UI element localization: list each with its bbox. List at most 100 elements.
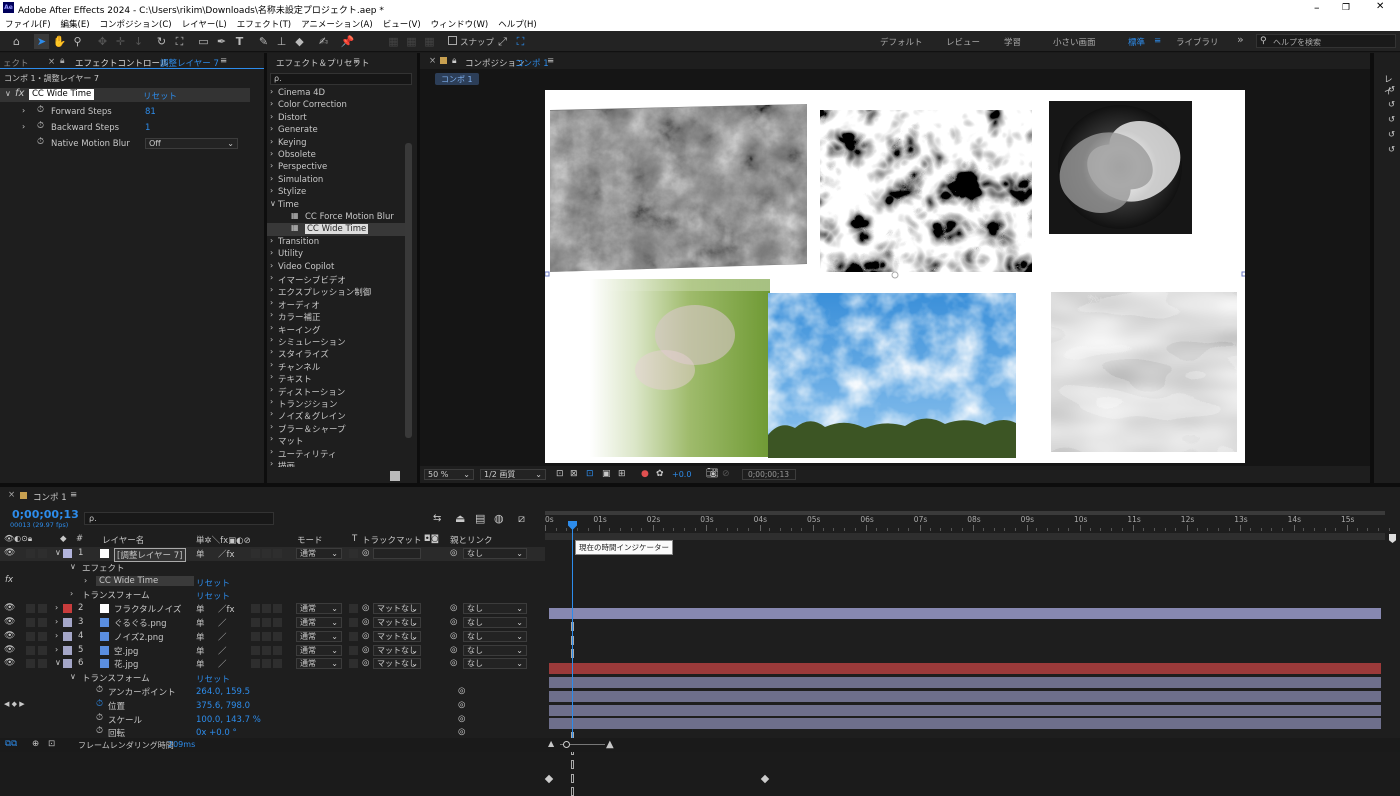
chevron-right-icon[interactable]: ›: [270, 186, 273, 195]
zoom-dropdown[interactable]: 50 % ⌄: [424, 469, 474, 480]
rotate-icon-5[interactable]: ↺: [1388, 145, 1395, 155]
effect-category[interactable]: › Simulation: [267, 174, 405, 186]
rotate-icon-4[interactable]: ↺: [1388, 130, 1395, 140]
keyframe-diamond[interactable]: [544, 774, 554, 783]
prop-value[interactable]: 81: [145, 107, 156, 117]
chevron-right-icon[interactable]: ›: [270, 174, 273, 183]
chevron-right-icon[interactable]: ›: [270, 360, 273, 369]
toggle-in-out-icon[interactable]: ⊡: [48, 739, 55, 749]
pan-tool-icon[interactable]: ✛: [113, 34, 128, 49]
rotate-icon-1[interactable]: ↺: [1388, 85, 1395, 95]
chevron-right-icon[interactable]: ›: [270, 459, 273, 467]
effect-category[interactable]: › Cinema 4D: [267, 87, 405, 99]
menu-animation[interactable]: アニメーション(A): [296, 16, 378, 31]
effect-category[interactable]: › イマーシブビデオ: [267, 273, 405, 286]
layer-duration-bar[interactable]: [549, 677, 1381, 688]
workspace-libraries[interactable]: ライブラリ: [1176, 36, 1219, 48]
lock-icon[interactable]: 🔒︎: [452, 56, 457, 66]
resolution-dropdown[interactable]: 1/2 画質 ⌄: [480, 469, 546, 480]
layer-duration-bar[interactable]: [549, 663, 1381, 675]
pan-behind-tool-icon[interactable]: ⛶: [172, 34, 187, 49]
workspace-learn[interactable]: 学習: [1004, 36, 1021, 48]
motion-blur-dropdown[interactable]: Off ⌄: [145, 138, 238, 149]
effect-item[interactable]: ▦ CC Wide Time: [267, 223, 405, 236]
chevron-right-icon[interactable]: ›: [270, 273, 273, 282]
zoom-tool-icon[interactable]: ⚲: [70, 34, 85, 49]
effect-category[interactable]: › ユーティリティ: [267, 447, 405, 460]
help-search-input[interactable]: ⚲ ヘルプを検索: [1256, 34, 1396, 48]
chevron-down-icon[interactable]: ∨: [270, 199, 276, 208]
effect-category[interactable]: › Obsolete: [267, 149, 405, 161]
effect-category[interactable]: › オーディオ: [267, 298, 405, 311]
layer-duration-bar[interactable]: [549, 690, 1381, 702]
workspace-standard[interactable]: 標準: [1128, 36, 1145, 48]
panel-menu-icon[interactable]: ≡: [547, 56, 554, 66]
effects-scrollbar[interactable]: [405, 143, 412, 438]
effect-category[interactable]: › ブラー＆シャープ: [267, 422, 405, 435]
effect-category[interactable]: › ノイズ＆グレイン: [267, 409, 405, 422]
effect-category[interactable]: › Utility: [267, 248, 405, 260]
expand-arrow-icon[interactable]: ›: [22, 122, 25, 131]
home-icon[interactable]: ⌂: [9, 34, 24, 49]
effect-category[interactable]: ∨ Time: [267, 199, 405, 211]
panel-menu-icon[interactable]: ≡: [353, 56, 360, 66]
layer-duration-bar[interactable]: [549, 704, 1381, 716]
effect-category[interactable]: › スタイライズ: [267, 347, 405, 360]
new-folder-icon[interactable]: [390, 471, 400, 481]
menu-window[interactable]: ウィンドウ(W): [426, 16, 494, 31]
local-axis-icon[interactable]: ▦: [386, 34, 401, 49]
chevron-right-icon[interactable]: ›: [270, 347, 273, 356]
rectangle-tool-icon[interactable]: ▭: [196, 34, 211, 49]
time-zoom-handle[interactable]: [563, 741, 570, 748]
selection-tool-icon[interactable]: ➤: [34, 34, 49, 49]
effect-category[interactable]: › エクスプレッション制御: [267, 285, 405, 298]
chevron-right-icon[interactable]: ›: [270, 422, 273, 431]
dolly-tool-icon[interactable]: ↓: [131, 34, 146, 49]
menu-composition[interactable]: コンポジション(C): [95, 16, 177, 31]
layer-duration-bar[interactable]: [549, 718, 1381, 730]
effect-category[interactable]: › ディストーション: [267, 385, 405, 398]
menu-view[interactable]: ビュー(V): [378, 16, 426, 31]
menu-edit[interactable]: 編集(E): [56, 16, 95, 31]
chevron-right-icon[interactable]: ›: [270, 298, 273, 307]
snap-features-icon[interactable]: ⛶: [513, 34, 528, 49]
effect-category[interactable]: › トランジション: [267, 397, 405, 410]
chevron-right-icon[interactable]: ›: [270, 248, 273, 257]
effect-category[interactable]: › キーイング: [267, 323, 405, 336]
menu-file[interactable]: ファイル(F): [0, 16, 56, 31]
comp-breadcrumb[interactable]: コンポ 1: [435, 73, 479, 85]
effect-category[interactable]: › Transition: [267, 236, 405, 248]
layer-duration-bar[interactable]: [549, 608, 1381, 619]
effect-row[interactable]: ∨ fx CC Wide Time リセット: [0, 88, 250, 102]
effect-category[interactable]: › 描画: [267, 459, 405, 467]
comp-timecode[interactable]: 0;00;00;13: [742, 469, 796, 480]
effect-category[interactable]: › Color Correction: [267, 99, 405, 111]
chevron-right-icon[interactable]: ›: [270, 434, 273, 443]
region-of-interest-icon[interactable]: ⊡: [556, 469, 564, 479]
channel-icon[interactable]: ⊞: [618, 469, 626, 479]
menu-help[interactable]: ヘルプ(H): [493, 16, 542, 31]
close-tab-icon[interactable]: ×: [429, 56, 436, 66]
effect-category[interactable]: › テキスト: [267, 372, 405, 385]
snapshot-icon[interactable]: 📷︎: [706, 468, 719, 479]
orbit-tool-icon[interactable]: ✥: [95, 34, 110, 49]
effect-category[interactable]: › マット: [267, 434, 405, 447]
chevron-right-icon[interactable]: ›: [270, 161, 273, 170]
chevron-right-icon[interactable]: ›: [270, 124, 273, 133]
rotate-tool-icon[interactable]: ↻: [154, 34, 169, 49]
chevron-right-icon[interactable]: ›: [270, 87, 273, 96]
exposure-reset-icon[interactable]: ✿: [656, 469, 664, 479]
tab-composition-name[interactable]: コンポ 1: [515, 57, 549, 69]
view-axis-icon[interactable]: ▦: [422, 34, 437, 49]
transparency-grid-icon[interactable]: ⊠: [570, 469, 578, 479]
chevron-right-icon[interactable]: ›: [270, 385, 273, 394]
keyframe-diamond[interactable]: [760, 774, 770, 783]
workspace-small-screen[interactable]: 小さい画面: [1053, 36, 1096, 48]
comp-canvas[interactable]: [545, 90, 1245, 463]
effect-category[interactable]: › カラー補正: [267, 310, 405, 323]
chevron-right-icon[interactable]: ›: [270, 112, 273, 121]
toggle-modes-icon[interactable]: ⊕: [32, 739, 39, 749]
chevron-right-icon[interactable]: ›: [270, 149, 273, 158]
minimize-button[interactable]: –: [1314, 1, 1320, 14]
chevron-right-icon[interactable]: ›: [270, 310, 273, 319]
